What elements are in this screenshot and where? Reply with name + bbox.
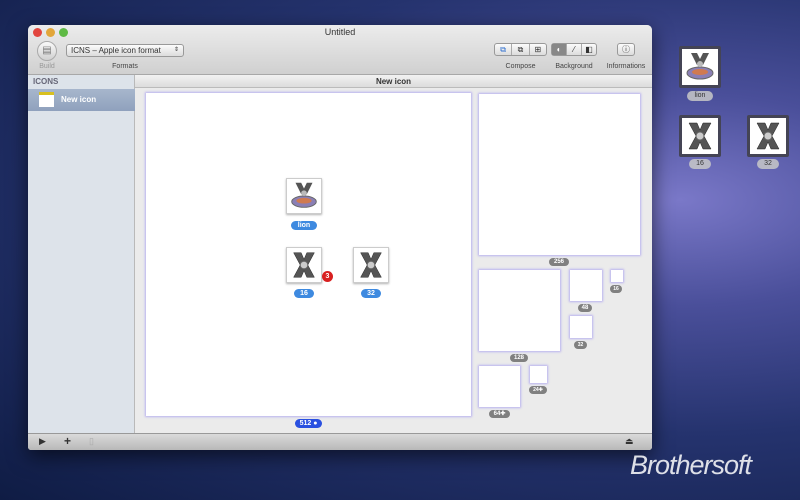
size-label: 128: [510, 354, 528, 362]
compose-mode-1-icon[interactable]: ⧉: [495, 44, 513, 55]
size-label: 64✚: [489, 410, 510, 418]
size-label: 256: [549, 258, 569, 266]
watermark-logo: Brothersoft: [630, 450, 752, 480]
preview-24[interactable]: [530, 366, 547, 383]
compose-mode-2-icon[interactable]: ⧉: [512, 44, 530, 55]
desktop-lion-icon[interactable]: [679, 46, 721, 88]
preview-48[interactable]: [570, 270, 602, 301]
preview-256[interactable]: [479, 94, 640, 255]
compose-segmented: ⧉ ⧉ ⊞: [494, 43, 547, 56]
size-label: 16: [610, 285, 622, 293]
app-window: Untitled ▤ Build ICNS – Apple icon forma…: [28, 25, 652, 450]
x-16-icon[interactable]: [286, 247, 322, 283]
background-label: Background: [555, 63, 593, 70]
chevron-updown-icon: ⇕: [173, 47, 179, 53]
desktop-icon-label: lion: [687, 91, 713, 101]
background-mode-1-icon[interactable]: ◐: [552, 44, 567, 55]
build-button[interactable]: ▤: [37, 41, 57, 61]
lion-icon[interactable]: [286, 178, 322, 214]
icon-label: lion: [291, 221, 317, 230]
formats-label: Formats: [112, 63, 138, 70]
preview-64[interactable]: [479, 366, 520, 407]
build-icon: ▤: [42, 45, 52, 56]
compose-mode-3-icon[interactable]: ⊞: [530, 44, 546, 55]
toolbar: Untitled ▤ Build ICNS – Apple icon forma…: [28, 25, 652, 75]
editor-title: New icon: [135, 75, 652, 88]
desktop-x32-icon[interactable]: [747, 115, 789, 157]
size-label-512: 512 ●: [295, 419, 322, 428]
desktop-icon-label: 32: [757, 159, 779, 169]
icon-label: 16: [294, 289, 314, 298]
icon-label: 32: [361, 289, 381, 298]
informations-button[interactable]: ⓘ: [617, 43, 635, 56]
info-icon: ⓘ: [622, 45, 630, 54]
format-value: ICNS – Apple icon format: [71, 46, 161, 55]
canvas-512[interactable]: lion 3 16 32: [146, 93, 471, 416]
magic-wand-icon[interactable]: ⁄: [567, 44, 582, 55]
desktop-x16-icon[interactable]: [679, 115, 721, 157]
informations-label: Informations: [606, 63, 646, 70]
bottom-bar: ▶︎ + ▯ ⏏: [28, 433, 652, 450]
preview-16[interactable]: [611, 270, 623, 282]
preview-32[interactable]: [570, 316, 592, 338]
sidebar: ICONS New icon: [28, 75, 135, 433]
count-badge: 3: [322, 271, 333, 282]
sidebar-item-label: New icon: [61, 95, 97, 104]
size-label: 32: [574, 341, 587, 349]
x-32-icon[interactable]: [353, 247, 389, 283]
size-label: 48: [578, 304, 592, 312]
sidebar-header: ICONS: [33, 77, 59, 86]
background-mode-3-icon[interactable]: ◧: [582, 44, 596, 55]
document-icon: [39, 92, 54, 107]
editor-area: New icon lion 3 16 32 512 ● 256 128 48 1…: [135, 75, 652, 433]
preview-128[interactable]: [479, 270, 560, 351]
desktop-icon-label: 16: [689, 159, 711, 169]
build-label: Build: [39, 63, 55, 70]
export-icon[interactable]: ⏏: [625, 436, 634, 447]
background-segmented: ◐ ⁄ ◧: [551, 43, 597, 56]
preview-play-button[interactable]: ▶︎: [39, 436, 46, 447]
apple-icon: ●: [313, 420, 318, 427]
sidebar-item-new-icon[interactable]: New icon: [28, 89, 135, 111]
trash-icon[interactable]: ▯: [89, 436, 94, 447]
window-title: Untitled: [324, 27, 356, 37]
format-select[interactable]: ICNS – Apple icon format ⇕: [66, 44, 184, 57]
add-button[interactable]: +: [64, 434, 71, 448]
size-label: 24✚: [529, 386, 547, 394]
compose-label: Compose: [505, 63, 536, 70]
